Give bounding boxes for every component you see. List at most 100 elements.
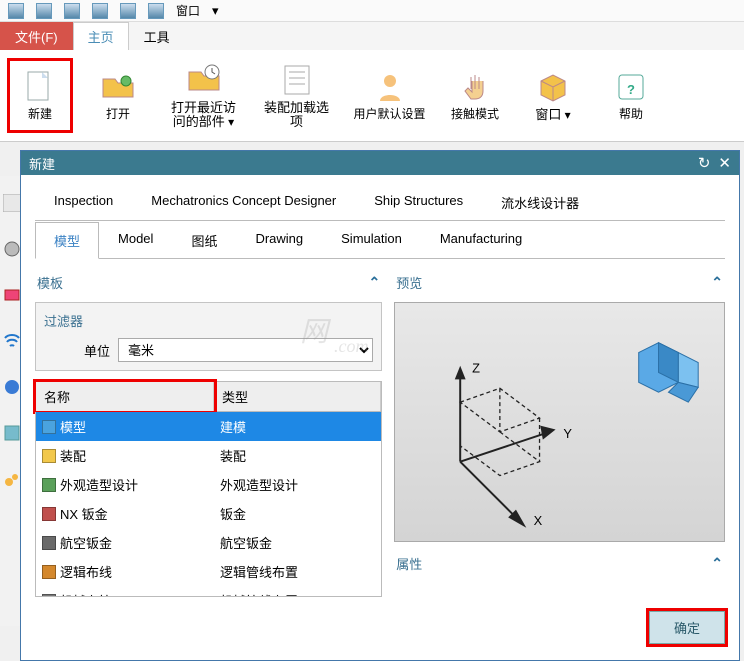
new-label: 新建 [28, 108, 52, 121]
window-button[interactable]: 窗口 ▾ [523, 69, 583, 122]
tab-pipeline[interactable]: 流水线设计器 [482, 184, 598, 221]
tab-drawing[interactable]: Drawing [236, 222, 322, 259]
touch-label: 接触模式 [451, 108, 499, 121]
box-icon [535, 69, 571, 105]
axis-z-label: Z [472, 360, 480, 375]
row-name: 装配 [60, 446, 86, 465]
attrs-title: 属性 [396, 554, 422, 573]
assembly-label: 装配加载选项 [264, 101, 329, 130]
window-label: 窗口 ▾ [535, 108, 570, 122]
tab-manufacturing[interactable]: Manufacturing [421, 222, 541, 259]
row-name: 机械布管 [60, 591, 112, 597]
qt-icon[interactable] [64, 3, 80, 19]
open-button[interactable]: 打开 [88, 69, 148, 121]
template-icon [42, 478, 56, 492]
unit-select[interactable]: 毫米 [118, 338, 373, 362]
table-row[interactable]: 装配装配 [36, 441, 381, 470]
row-type: 建模 [214, 415, 381, 438]
filter-title: 过滤器 [44, 311, 373, 330]
user-icon [372, 69, 408, 105]
row-type: 外观造型设计 [214, 473, 381, 496]
col-name[interactable]: 名称 [36, 382, 214, 411]
menu-tools[interactable]: 工具 [129, 22, 185, 50]
window-dropdown[interactable]: 窗口 [176, 2, 200, 19]
template-icon [42, 594, 56, 598]
table-row[interactable]: 模型建模 [36, 412, 381, 441]
qt-icon[interactable] [8, 3, 24, 19]
help-button[interactable]: ? 帮助 [601, 69, 661, 121]
tab-inspection[interactable]: Inspection [35, 184, 132, 221]
dialog-title-bar: 新建 ↻ ✕ [21, 151, 739, 175]
axis-y-label: Y [564, 426, 573, 441]
table-row[interactable]: 逻辑布线 逻辑管线布置 [36, 557, 381, 586]
dialog-title: 新建 [29, 154, 55, 173]
tab-model-en[interactable]: Model [99, 222, 172, 259]
menu-tabs: 文件(F) 主页 工具 [0, 22, 744, 50]
collapse-icon[interactable]: ⌃ [711, 274, 723, 291]
menu-home[interactable]: 主页 [73, 22, 129, 50]
userdef-label: 用户默认设置 [353, 108, 425, 121]
row-type: 逻辑管线布置 [214, 560, 381, 583]
folder-clock-icon [186, 62, 222, 98]
assembly-button[interactable]: 装配加载选项 [259, 62, 334, 130]
template-table-header: 名称 类型 [35, 381, 382, 412]
new-dialog: 新建 ↻ ✕ Inspection Mechatronics Concept D… [20, 150, 740, 661]
tab-model-cn[interactable]: 模型 [35, 222, 99, 259]
template-table-body: 模型建模装配装配外观造型设计外观造型设计NX 钣金钣金航空钣金航空钣金逻辑布线逻… [35, 412, 382, 597]
preview-title: 预览 [396, 273, 422, 292]
side-icon[interactable] [3, 470, 21, 488]
collapse-icon[interactable]: ⌃ [711, 555, 723, 572]
axis-x-label: X [534, 513, 543, 528]
help-icon: ? [613, 69, 649, 105]
folder-icon [100, 69, 136, 105]
side-gear-icon[interactable] [3, 240, 21, 258]
qt-icon[interactable] [120, 3, 136, 19]
table-row[interactable]: 外观造型设计 外观造型设计 [36, 470, 381, 499]
side-icon[interactable] [3, 332, 21, 350]
dialog-tabs-row1: Inspection Mechatronics Concept Designer… [35, 183, 725, 221]
userdef-button[interactable]: 用户默认设置 [352, 69, 427, 121]
template-header: 模板⌃ [35, 269, 382, 296]
tab-simulation[interactable]: Simulation [322, 222, 421, 259]
recent-button[interactable]: 打开最近访问的部件 ▾ [166, 62, 241, 130]
row-type: 钣金 [214, 502, 381, 525]
row-type: 机械管线布置 [214, 589, 381, 597]
touch-button[interactable]: 接触模式 [445, 69, 505, 121]
table-row[interactable]: 机械布管 机械管线布置 [36, 586, 381, 597]
tab-ship[interactable]: Ship Structures [355, 184, 482, 221]
attrs-header: 属性 ⌃ [394, 550, 725, 577]
row-name: 外观造型设计 [60, 475, 138, 494]
col-type[interactable]: 类型 [214, 382, 381, 411]
hand-icon [457, 69, 493, 105]
page-icon [22, 69, 58, 105]
side-icon[interactable] [3, 424, 21, 442]
list-icon [279, 62, 315, 98]
template-icon [42, 565, 56, 579]
dialog-tabs-row2: 模型 Model 图纸 Drawing Simulation Manufactu… [35, 221, 725, 259]
qt-icon[interactable] [36, 3, 52, 19]
side-icon[interactable] [3, 194, 21, 212]
unit-label: 单位 [84, 341, 110, 360]
qt-icon[interactable] [92, 3, 108, 19]
close-icon[interactable]: ✕ [718, 154, 731, 172]
table-row[interactable]: 航空钣金航空钣金 [36, 528, 381, 557]
menu-file[interactable]: 文件(F) [0, 22, 73, 50]
template-icon [42, 536, 56, 550]
quick-toolbar: 窗口▾ [0, 0, 744, 22]
preview-header: 预览 ⌃ [394, 269, 725, 296]
side-icon[interactable] [3, 378, 21, 396]
tab-sheet[interactable]: 图纸 [172, 222, 236, 259]
qt-icon[interactable] [148, 3, 164, 19]
template-icon [42, 420, 56, 434]
new-button[interactable]: 新建 [10, 61, 70, 129]
row-name: 逻辑布线 [60, 562, 112, 581]
filter-box: 过滤器 单位 毫米 [35, 302, 382, 371]
ok-button[interactable]: 确定 [649, 611, 725, 644]
side-icon[interactable] [3, 286, 21, 304]
preview-pane: Z Y X [394, 302, 725, 542]
table-row[interactable]: NX 钣金钣金 [36, 499, 381, 528]
tab-mechatronics[interactable]: Mechatronics Concept Designer [132, 184, 355, 221]
collapse-icon[interactable]: ⌃ [369, 274, 381, 291]
row-type: 航空钣金 [214, 531, 381, 554]
reset-icon[interactable]: ↻ [698, 154, 711, 172]
